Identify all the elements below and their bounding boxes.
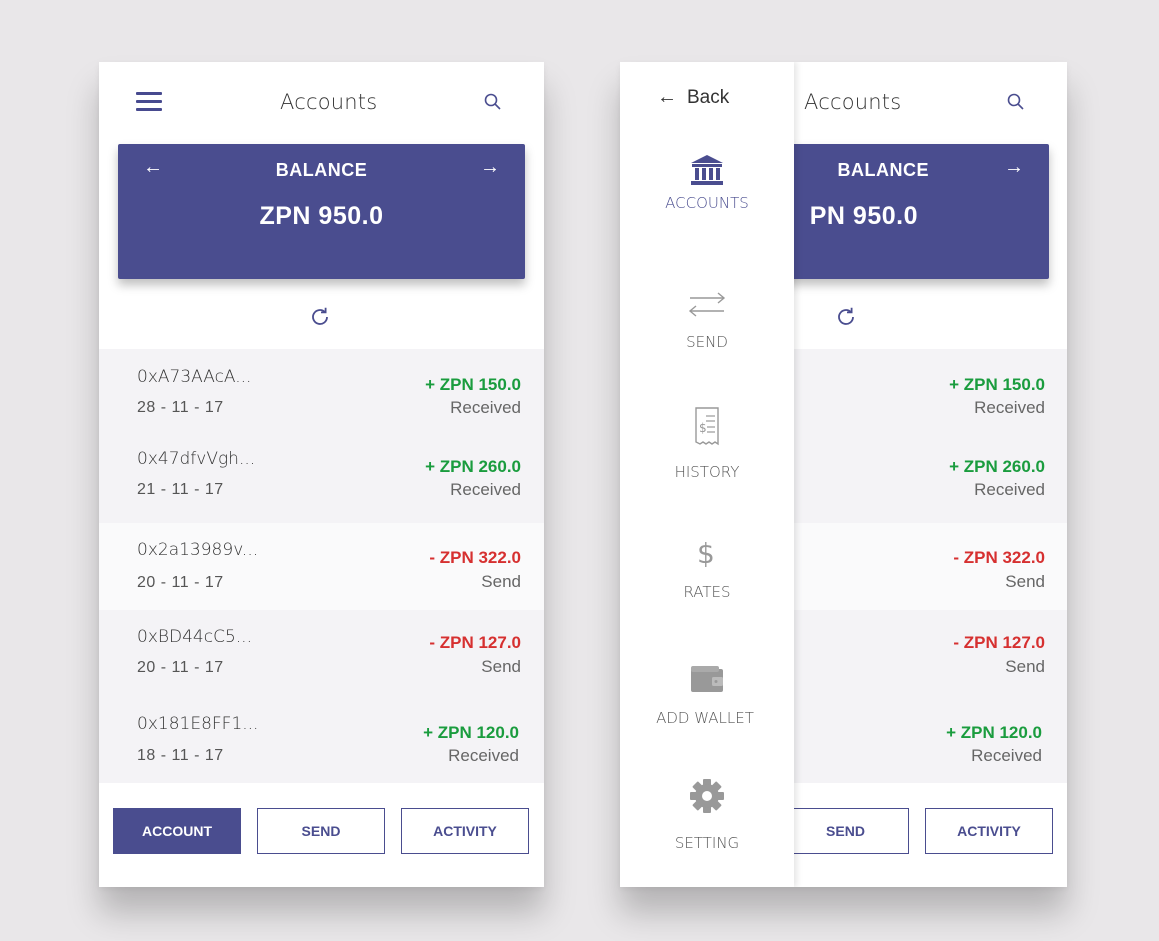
tx-status: Send <box>481 657 521 676</box>
tx-status: Send <box>1005 657 1045 676</box>
drawer-item-label: SEND <box>686 333 728 351</box>
tx-status: Received <box>448 746 519 765</box>
tx-amount: - ZPN 322.0 <box>953 548 1045 567</box>
tx-amount: + ZPN 120.0 <box>423 723 519 742</box>
back-label: Back <box>687 87 730 108</box>
drawer-item-rates[interactable]: $ RATES <box>620 535 794 601</box>
tx-amount: + ZPN 120.0 <box>946 723 1042 742</box>
send-button[interactable]: SEND <box>257 808 385 854</box>
tx-address: 0xA73AAcA... <box>137 367 252 387</box>
tx-amount: + ZPN 150.0 <box>949 375 1045 394</box>
tx-amount: + ZPN 150.0 <box>425 375 521 394</box>
search-icon[interactable] <box>484 93 502 111</box>
tx-date: 21 - 11 - 17 <box>137 481 224 498</box>
drawer-item-setting[interactable]: SETTING <box>620 778 794 852</box>
refresh-icon[interactable] <box>834 305 858 329</box>
tx-amount: + ZPN 260.0 <box>425 457 521 476</box>
balance-label: BALANCE <box>275 160 368 180</box>
accounts-screen-with-drawer: Accounts → BALANCE PN 950.0 + ZPN 150.0 … <box>620 62 1067 887</box>
tx-address: 0x181E8FF1... <box>137 714 259 734</box>
wallet-icon <box>691 666 723 692</box>
account-button[interactable]: ACCOUNT <box>113 808 241 854</box>
drawer-item-label: ACCOUNTS <box>665 194 749 212</box>
next-arrow-icon[interactable]: → <box>1004 156 1024 179</box>
balance-card: → BALANCE PN 950.0 <box>779 144 1049 279</box>
tx-address: 0xBD44cC5... <box>137 627 252 647</box>
svg-text:$: $ <box>697 537 715 570</box>
transaction-list: 0xA73AAcA... 28 - 11 - 17 + ZPN 150.0 Re… <box>99 349 544 783</box>
back-arrow-icon: ← <box>657 86 677 108</box>
balance-amount: ZPN 950.0 <box>259 202 384 230</box>
drawer-item-label: SETTING <box>674 834 740 852</box>
drawer-item-label: RATES <box>683 583 731 601</box>
bank-icon <box>691 155 723 185</box>
send-button[interactable]: SEND <box>782 808 909 854</box>
page-title: Accounts <box>804 90 902 114</box>
navigation-drawer: ← Back ACCOUNTS SEND $ HISTORY $ RATES A… <box>620 62 794 887</box>
gear-icon <box>690 779 724 813</box>
tx-amount: + ZPN 260.0 <box>949 457 1045 476</box>
tx-status: Received <box>974 480 1045 499</box>
balance-amount: PN 950.0 <box>809 202 918 230</box>
activity-button[interactable]: ACTIVITY <box>925 808 1053 854</box>
drawer-item-add-wallet[interactable]: ADD WALLET <box>620 665 794 727</box>
drawer-item-label: HISTORY <box>674 463 740 481</box>
tx-date: 20 - 11 - 17 <box>137 574 224 591</box>
activity-button[interactable]: ACTIVITY <box>401 808 529 854</box>
receipt-icon: $ <box>695 407 719 446</box>
tx-status: Received <box>450 398 521 417</box>
transaction-row[interactable]: 0x2a13989v... 20 - 11 - 17 - ZPN 322.0 S… <box>99 523 544 610</box>
tx-date: 28 - 11 - 17 <box>137 399 224 416</box>
svg-text:$: $ <box>699 421 707 435</box>
drawer-item-label: ADD WALLET <box>656 709 754 727</box>
tx-date: 20 - 11 - 17 <box>137 659 224 676</box>
tx-address: 0x2a13989v... <box>137 540 259 560</box>
transaction-row[interactable]: 0x47dfvVgh... 21 - 11 - 17 + ZPN 260.0 R… <box>99 432 544 523</box>
refresh-icon[interactable] <box>308 305 332 329</box>
balance-label: BALANCE <box>837 160 929 180</box>
tx-status: Send <box>1005 572 1045 591</box>
tx-status: Received <box>971 746 1042 765</box>
transaction-row[interactable]: 0xA73AAcA... 28 - 11 - 17 + ZPN 150.0 Re… <box>99 349 544 432</box>
tx-amount: - ZPN 127.0 <box>953 633 1045 652</box>
dollar-icon: $ <box>697 537 715 570</box>
balance-card: ← → BALANCE ZPN 950.0 <box>118 144 525 279</box>
accounts-screen: Accounts ← → BALANCE ZPN 950.0 0xA73AAcA… <box>99 62 544 887</box>
tx-status: Received <box>450 480 521 499</box>
tx-amount: - ZPN 127.0 <box>429 633 521 652</box>
transaction-row[interactable]: 0xBD44cC5... 20 - 11 - 17 - ZPN 127.0 Se… <box>99 610 544 697</box>
tx-date: 18 - 11 - 17 <box>137 747 224 764</box>
hamburger-menu-icon[interactable] <box>136 92 162 112</box>
search-icon[interactable] <box>1007 93 1025 111</box>
tx-status: Received <box>974 398 1045 417</box>
page-title: Accounts <box>280 90 378 114</box>
drawer-item-history[interactable]: $ HISTORY <box>620 406 794 481</box>
transfer-arrows-icon <box>688 292 726 317</box>
tx-address: 0x47dfvVgh... <box>137 449 256 469</box>
back-button[interactable]: ← Back <box>657 86 729 109</box>
tx-amount: - ZPN 322.0 <box>429 548 521 567</box>
transaction-row[interactable]: 0x181E8FF1... 18 - 11 - 17 + ZPN 120.0 R… <box>99 697 544 783</box>
tx-status: Send <box>481 572 521 591</box>
drawer-item-send[interactable]: SEND <box>620 290 794 351</box>
drawer-item-accounts[interactable]: ACCOUNTS <box>620 154 794 212</box>
